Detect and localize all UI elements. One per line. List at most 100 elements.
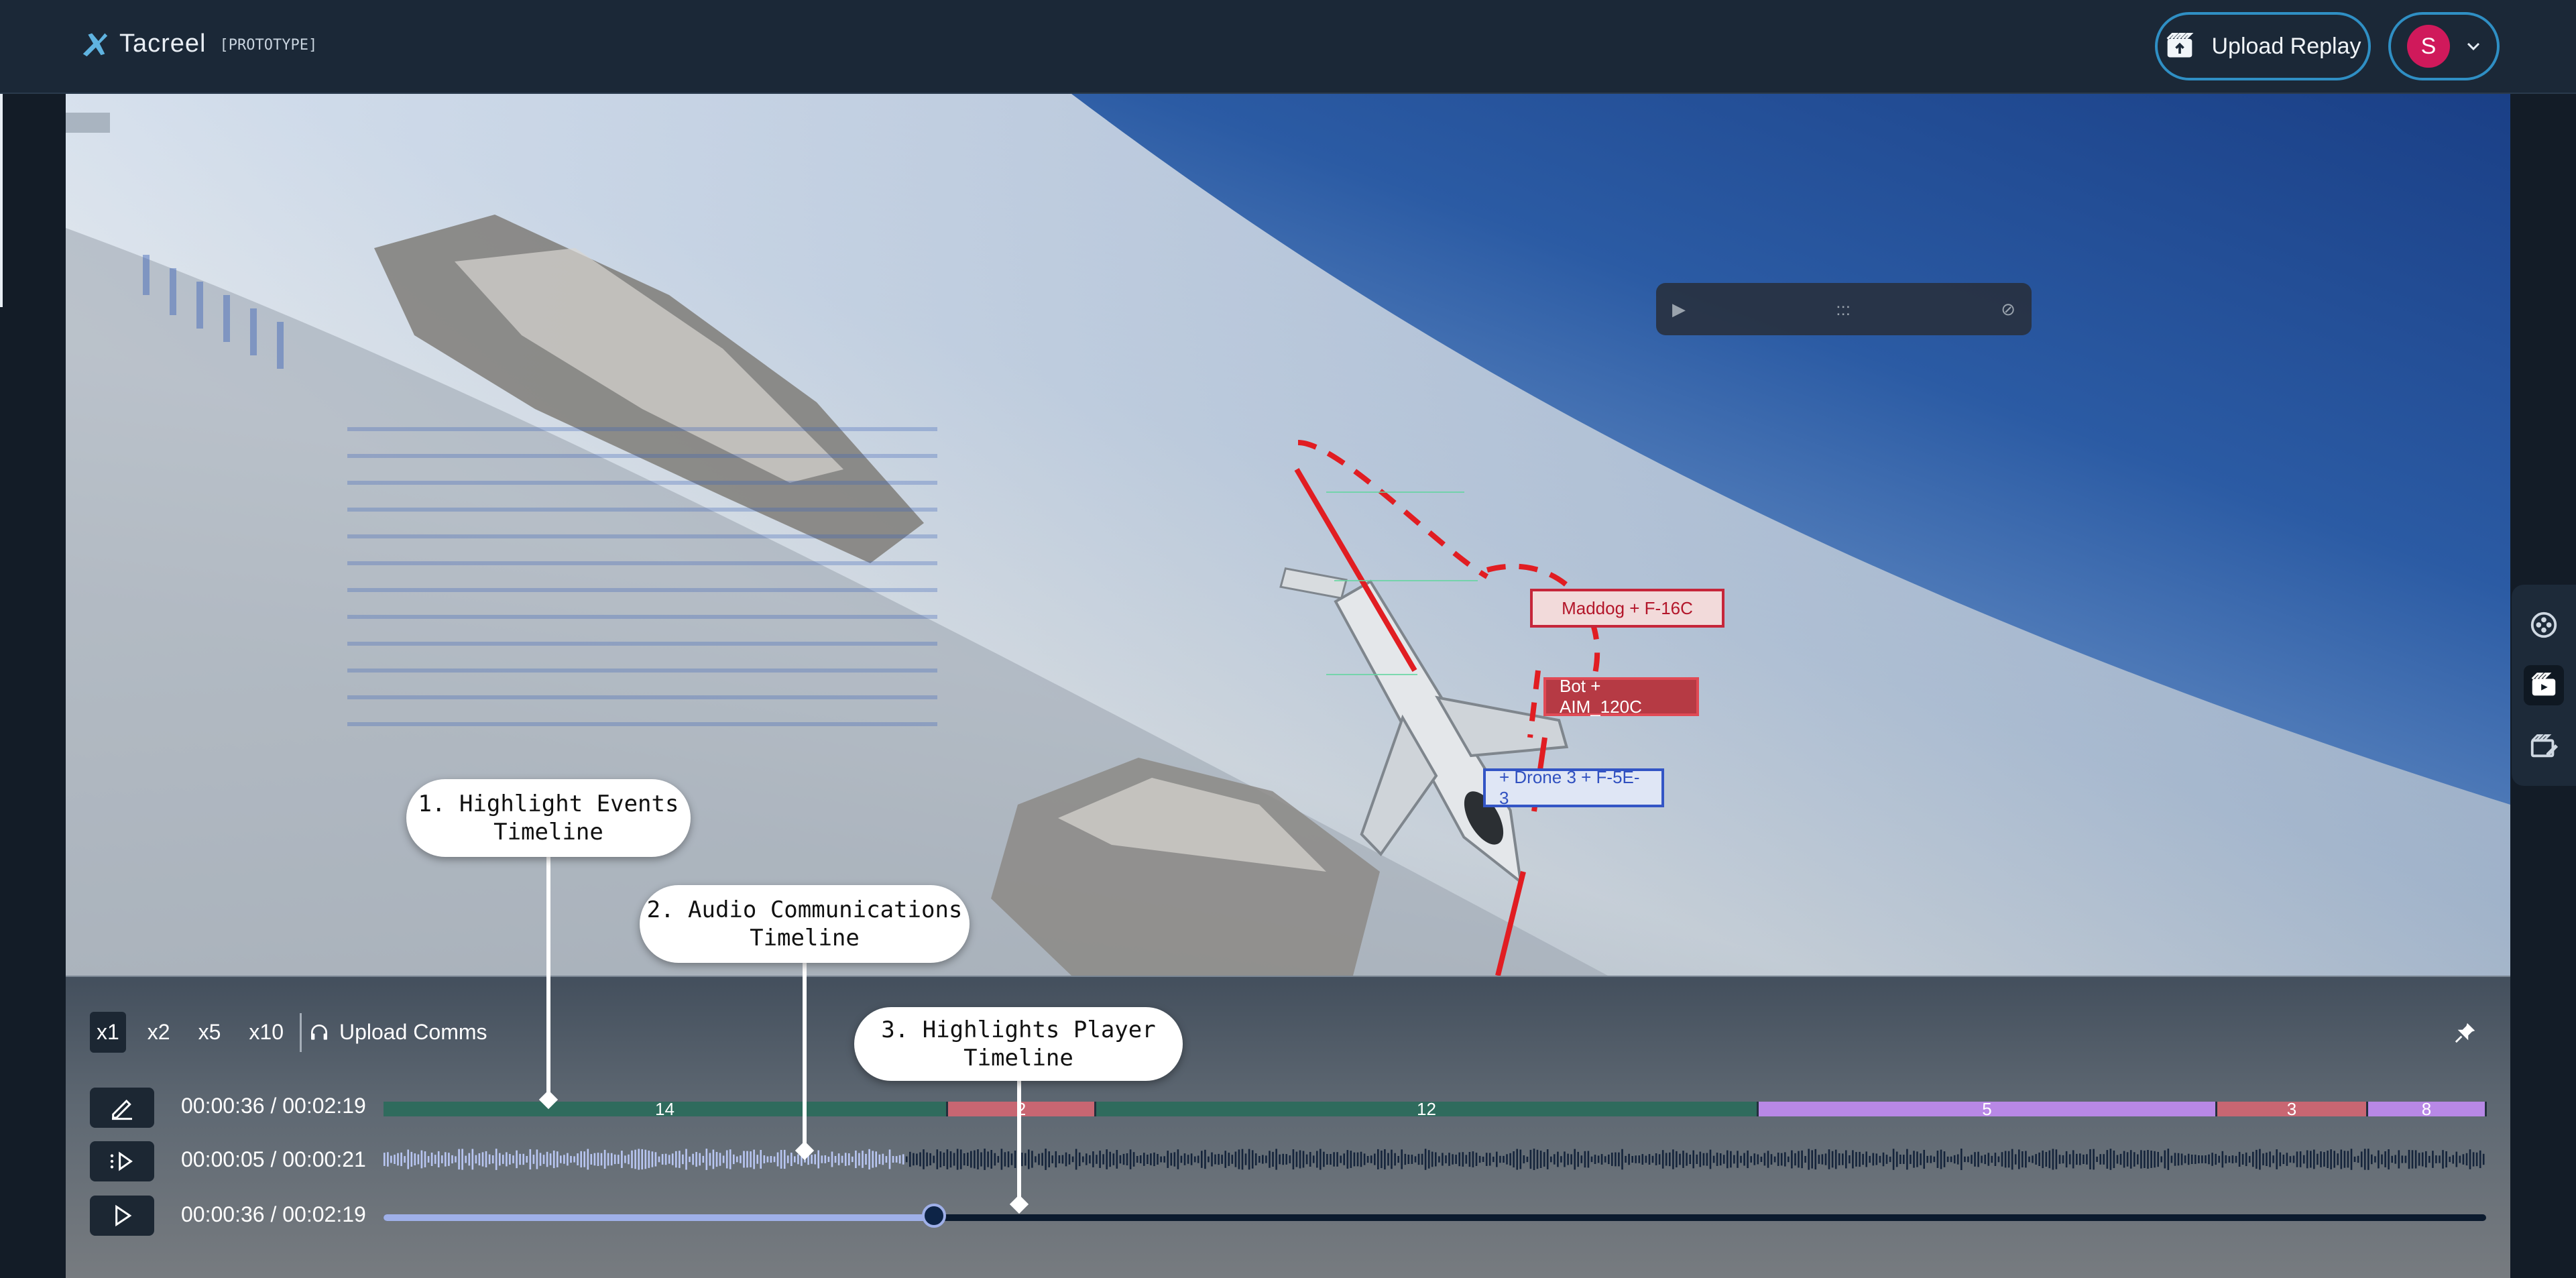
waveform-bar bbox=[770, 1156, 772, 1163]
waveform-bar bbox=[1903, 1155, 1905, 1164]
waveform-bar bbox=[1075, 1149, 1077, 1170]
waveform-bar bbox=[2296, 1151, 2298, 1167]
edit-events-button[interactable] bbox=[90, 1088, 154, 1128]
account-menu-button[interactable]: S bbox=[2388, 12, 2500, 80]
drag-handle[interactable]: ::: bbox=[1836, 299, 1851, 320]
brand[interactable]: Tacreel [PROTOTYPE] bbox=[79, 28, 317, 59]
waveform-bar bbox=[1251, 1150, 1254, 1169]
upload-replay-button[interactable]: Upload Replay bbox=[2155, 12, 2371, 80]
waveform-bar bbox=[671, 1153, 674, 1165]
waveform-bar bbox=[1811, 1150, 1813, 1169]
rail-game-button[interactable] bbox=[2524, 605, 2564, 645]
waveform-bar bbox=[461, 1149, 463, 1170]
waveform-bar bbox=[2279, 1152, 2282, 1167]
waveform-bar bbox=[872, 1151, 874, 1168]
rail-edit-button[interactable] bbox=[2524, 725, 2564, 766]
rail-replays-button[interactable] bbox=[2524, 665, 2564, 705]
waveform-bar bbox=[1953, 1155, 1956, 1164]
waveform-bar bbox=[1275, 1149, 1277, 1170]
upload-comms-button[interactable]: Upload Comms bbox=[308, 1020, 487, 1045]
highlights-player-timeline[interactable] bbox=[384, 1204, 2486, 1228]
pin-icon[interactable] bbox=[2454, 1021, 2477, 1044]
waveform-bar bbox=[1305, 1154, 1308, 1165]
waveform-bar bbox=[590, 1154, 593, 1165]
play-icon[interactable]: ▶ bbox=[1672, 299, 1686, 320]
waveform-bar bbox=[2157, 1151, 2159, 1167]
waveform-bar bbox=[1427, 1150, 1430, 1169]
floating-playback-widget[interactable]: ▶ ::: ⊘ bbox=[1656, 283, 2032, 335]
waveform-bar bbox=[451, 1155, 453, 1164]
waveform-bar bbox=[1187, 1155, 1189, 1164]
waveform-bar bbox=[1193, 1156, 1196, 1163]
waveform-bar bbox=[1092, 1151, 1094, 1167]
waveform-bar bbox=[1895, 1151, 1898, 1167]
waveform-bar bbox=[644, 1149, 647, 1169]
waveform-bar bbox=[1360, 1151, 1362, 1167]
waveform-bar bbox=[2414, 1150, 2417, 1169]
waveform-bar bbox=[1320, 1149, 1322, 1170]
waveform-bar bbox=[855, 1150, 857, 1169]
waveform-bar bbox=[597, 1153, 599, 1166]
event-segment[interactable]: 2 bbox=[948, 1100, 1096, 1118]
waveform-bar bbox=[2371, 1154, 2373, 1165]
player-scrub-handle[interactable] bbox=[922, 1204, 947, 1228]
speed-x2-button[interactable]: x2 bbox=[141, 1012, 177, 1053]
event-segment[interactable]: 8 bbox=[2368, 1100, 2487, 1118]
waveform-bar bbox=[2218, 1155, 2220, 1163]
waveform-bar bbox=[2238, 1151, 2241, 1167]
event-segment[interactable]: 5 bbox=[1759, 1100, 2217, 1118]
waveform-bar bbox=[1323, 1151, 1325, 1167]
waveform-bar bbox=[587, 1149, 589, 1170]
speed-x1-button[interactable]: x1 bbox=[90, 1012, 126, 1053]
waveform-bar bbox=[1838, 1153, 1840, 1165]
waveform-bar bbox=[2259, 1149, 2261, 1170]
waveform-bar bbox=[2109, 1149, 2112, 1170]
waveform-bar bbox=[1950, 1156, 1952, 1163]
waveform-bar bbox=[1401, 1149, 1403, 1169]
waveform-bar bbox=[1035, 1156, 1037, 1163]
event-segment[interactable]: 14 bbox=[384, 1100, 948, 1118]
waveform-bar bbox=[1102, 1154, 1104, 1165]
event-segment[interactable]: 12 bbox=[1096, 1100, 1759, 1118]
waveform-bar bbox=[1119, 1155, 1122, 1164]
speed-x5-button[interactable]: x5 bbox=[192, 1012, 228, 1053]
audio-play-button[interactable] bbox=[90, 1141, 154, 1181]
waveform-bar bbox=[1381, 1151, 1383, 1169]
waveform-bar bbox=[2350, 1149, 2353, 1170]
waveform-bar bbox=[1635, 1155, 1637, 1163]
zoom-icon[interactable]: ⊘ bbox=[2001, 299, 2015, 320]
waveform-bar bbox=[689, 1156, 691, 1163]
waveform-bar bbox=[963, 1153, 965, 1165]
waveform-bar bbox=[1834, 1149, 1837, 1169]
waveform-bar bbox=[1394, 1153, 1396, 1166]
waveform-bar bbox=[848, 1153, 850, 1165]
waveform-bar bbox=[1116, 1150, 1118, 1169]
unit-label-drone[interactable]: + Drone 3 + F-5E-3 bbox=[1483, 767, 1664, 808]
left-edge-tab[interactable] bbox=[0, 94, 3, 307]
event-segment[interactable]: 3 bbox=[2217, 1100, 2368, 1118]
waveform-bar bbox=[1488, 1153, 1491, 1166]
waveform-bar bbox=[2388, 1149, 2390, 1170]
viewport-corner-widget[interactable] bbox=[66, 113, 110, 133]
waveform-bar bbox=[1726, 1150, 1729, 1169]
waveform-bar bbox=[1336, 1152, 1338, 1167]
audio-communications-timeline[interactable] bbox=[384, 1148, 2486, 1171]
waveform-bar bbox=[712, 1149, 715, 1169]
waveform-bar bbox=[760, 1150, 762, 1169]
waveform-bar bbox=[756, 1155, 758, 1164]
unit-label-bot[interactable]: Bot + AIM_120C bbox=[1543, 676, 1699, 717]
waveform-bar bbox=[1814, 1149, 1817, 1170]
waveform-bar bbox=[2201, 1155, 2203, 1163]
waveform-bar bbox=[1906, 1149, 1908, 1170]
unit-label-maddog[interactable]: Maddog + F-16C bbox=[1530, 589, 1724, 628]
waveform-bar bbox=[1550, 1156, 1552, 1163]
speed-x10-button[interactable]: x10 bbox=[242, 1012, 290, 1053]
waveform-bar bbox=[1933, 1156, 1936, 1163]
waveform-bar bbox=[1411, 1155, 1413, 1164]
waveform-bar bbox=[994, 1153, 996, 1166]
waveform-bar bbox=[1316, 1151, 1318, 1168]
waveform-bar bbox=[1201, 1151, 1203, 1168]
waveform-bar bbox=[2398, 1150, 2400, 1169]
player-play-button[interactable] bbox=[90, 1196, 154, 1236]
highlight-events-timeline[interactable]: 14 2 12 5 3 8 bbox=[384, 1100, 2487, 1118]
